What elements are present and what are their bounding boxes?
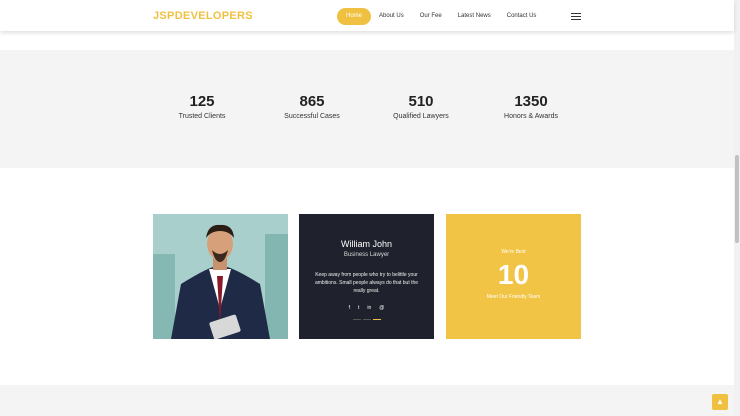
nav-our-fee[interactable]: Our Fee [412, 8, 450, 25]
main-nav: Home About Us Our Fee Latest News Contac… [337, 8, 544, 25]
stats-section: 125 Trusted Clients 865 Successful Cases… [0, 50, 734, 168]
nav-contact-us[interactable]: Contact Us [499, 8, 545, 25]
stat-value: 125 [189, 93, 215, 110]
lawyer-profile-card: William John Business Lawyer Keep away f… [299, 214, 434, 339]
page-scrollbar[interactable] [734, 0, 740, 416]
nav-home[interactable]: Home [337, 8, 372, 25]
chevron-up-icon: ▲ [716, 397, 724, 406]
nav-latest-news[interactable]: Latest News [450, 8, 499, 25]
profile-description: Keep away from people who try to belittl… [314, 272, 419, 294]
social-links: f t in @ [299, 305, 434, 311]
slider-dots [299, 319, 434, 320]
scroll-thumb[interactable] [735, 155, 739, 243]
facebook-icon[interactable]: f [349, 305, 350, 311]
stat-value: 510 [408, 93, 434, 110]
hamburger-icon[interactable] [571, 13, 581, 20]
slider-dot-active[interactable] [372, 319, 381, 320]
lawyer-photo [153, 214, 288, 339]
team-count-card: We're Best 10 Meet Our Friendly Team [446, 214, 581, 339]
stat-label: Honors & Awards [504, 113, 558, 120]
nav-about-us[interactable]: About Us [371, 8, 412, 25]
stat-qualified-lawyers: 510 Qualified Lawyers [366, 93, 476, 120]
profile-name: William John [340, 239, 392, 249]
next-section [0, 385, 734, 416]
stat-label: Qualified Lawyers [393, 113, 449, 120]
profile-role: Business Lawyer [343, 252, 390, 258]
stat-trusted-clients: 125 Trusted Clients [147, 93, 257, 120]
instagram-icon[interactable]: @ [379, 305, 384, 311]
site-header: JSPDEVELOPERS Home About Us Our Fee Late… [0, 0, 734, 31]
stat-label: Trusted Clients [178, 113, 226, 120]
team-count-number: 10 [497, 259, 530, 290]
team-count-tagline: We're Best [501, 249, 526, 255]
twitter-icon[interactable]: t [358, 305, 359, 311]
linkedin-icon[interactable]: in [367, 305, 371, 311]
stat-value: 1350 [514, 93, 548, 110]
stat-honors-awards: 1350 Honors & Awards [476, 93, 586, 120]
stat-label: Successful Cases [284, 113, 340, 120]
slider-dot[interactable] [352, 319, 361, 320]
stat-value: 865 [299, 93, 325, 110]
brand-logo[interactable]: JSPDEVELOPERS [153, 10, 253, 22]
team-count-caption: Meet Our Friendly Team [486, 294, 541, 300]
stat-successful-cases: 865 Successful Cases [257, 93, 367, 120]
slider-dot[interactable] [362, 319, 371, 320]
back-to-top-button[interactable]: ▲ [712, 394, 728, 410]
